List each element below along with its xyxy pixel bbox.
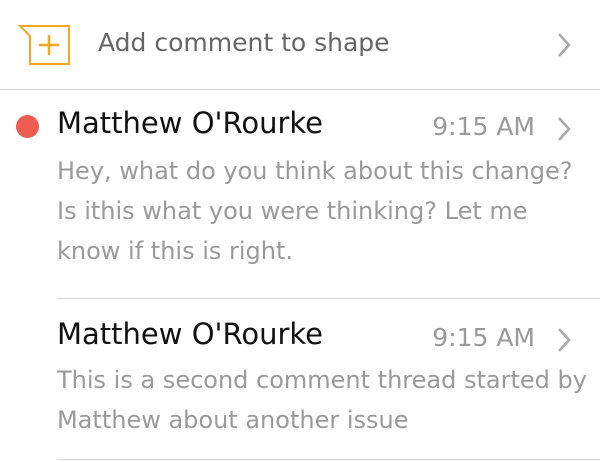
comment-thread-item[interactable]: Matthew O'Rourke 9:15 AM This is a secon… <box>0 299 600 462</box>
add-comment-label: Add comment to shape <box>98 28 390 57</box>
comment-author: Matthew O'Rourke <box>57 106 323 140</box>
add-comment-icon <box>16 22 74 68</box>
comment-thread-item[interactable]: Matthew O'Rourke 9:15 AM Hey, what do yo… <box>0 90 600 300</box>
unread-indicator <box>16 115 39 138</box>
chevron-right-icon <box>556 32 572 58</box>
comment-time: 9:15 AM <box>432 112 535 141</box>
divider <box>57 459 600 460</box>
comment-body: This is a second comment thread started … <box>57 366 587 434</box>
add-comment-row[interactable]: Add comment to shape <box>0 0 600 90</box>
chevron-right-icon <box>556 327 572 353</box>
comment-time: 9:15 AM <box>432 323 535 352</box>
comment-author: Matthew O'Rourke <box>57 317 323 351</box>
comment-body: Hey, what do you think about this change… <box>57 157 573 265</box>
chevron-right-icon <box>556 116 572 142</box>
